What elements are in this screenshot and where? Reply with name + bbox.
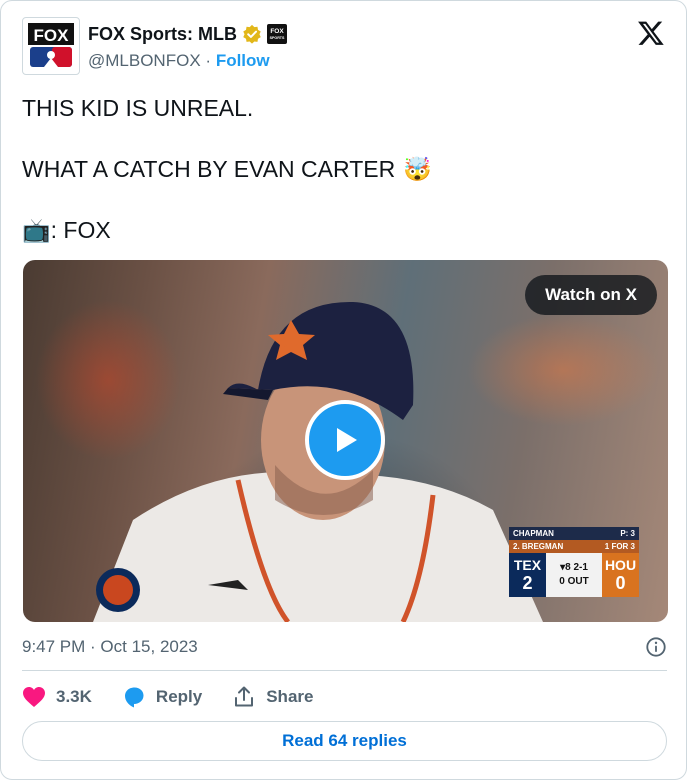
action-bar: 3.3K Reply Share [22,682,343,712]
account-handle[interactable]: @MLBONFOX [88,51,201,70]
svg-text:SPORTS: SPORTS [270,36,285,40]
share-label: Share [266,687,314,706]
reply-bubble-icon [124,687,144,708]
info-icon[interactable] [645,636,667,658]
play-button[interactable] [305,400,385,480]
scorebug-score-row: TEX 2 ▾8 2-1 0 OUT HOU 0 [509,553,639,597]
scorebug-pitcher-row: CHAPMAN P: 3 [509,527,639,540]
handle-row: @MLBONFOX · Follow [88,51,270,71]
scorebug-away: TEX 2 [509,553,546,597]
svg-text:FOX: FOX [270,28,284,35]
tweet-line-1: THIS KID IS UNREAL. [22,95,254,121]
fox-sports-badge-icon: FOX SPORTS [267,24,287,44]
svg-text:FOX: FOX [34,26,70,45]
follow-button[interactable]: Follow [216,51,270,70]
tweet-embed-card: FOX FOX Sports: MLB FOX SPORTS @MLBONFOX [0,0,687,780]
reply-button[interactable]: Reply [122,685,202,709]
tweet-header: FOX FOX Sports: MLB FOX SPORTS @MLBONFOX [22,17,667,77]
share-icon [235,686,254,707]
read-replies-button[interactable]: Read 64 replies [22,721,667,761]
like-count: 3.3K [56,687,92,706]
tweet-line-3: 📺: FOX [22,217,111,243]
divider [22,670,667,671]
like-button[interactable]: 3.3K [22,686,92,708]
tv-emoji: 📺 [22,217,51,243]
reply-label: Reply [155,687,203,706]
tweet-text: THIS KID IS UNREAL. WHAT A CATCH BY EVAN… [22,93,667,245]
timestamp-link[interactable]: 9:47 PM · Oct 15, 2023 [22,637,198,657]
watch-on-x-button[interactable]: Watch on X [525,275,657,315]
scorebug-inning: ▾8 2-1 0 OUT [546,553,602,597]
video-player[interactable]: Watch on X CHAPMAN P: 3 2. BREGMAN 1 FOR… [23,260,668,622]
name-row: FOX Sports: MLB FOX SPORTS [88,23,287,45]
exploding-head-emoji: 🤯 [403,156,432,182]
scorebug-home: HOU 0 [602,553,639,597]
verified-badge-icon [243,24,261,44]
share-button[interactable]: Share [232,685,313,709]
tweet-line-2: WHAT A CATCH BY EVAN CARTER 🤯 [22,156,432,182]
tweet-meta: 9:47 PM · Oct 15, 2023 [22,635,667,659]
handle-separator: · [205,51,212,70]
account-name[interactable]: FOX Sports: MLB [88,24,237,45]
x-logo-icon[interactable] [637,19,665,47]
scorebug: CHAPMAN P: 3 2. BREGMAN 1 FOR 3 TEX 2 ▾8… [509,527,639,597]
avatar[interactable]: FOX [22,17,80,75]
fox-mlb-logo-icon: FOX [28,23,74,67]
play-icon [337,428,357,452]
heart-icon [23,687,45,707]
scorebug-batter-row: 2. BREGMAN 1 FOR 3 [509,540,639,553]
